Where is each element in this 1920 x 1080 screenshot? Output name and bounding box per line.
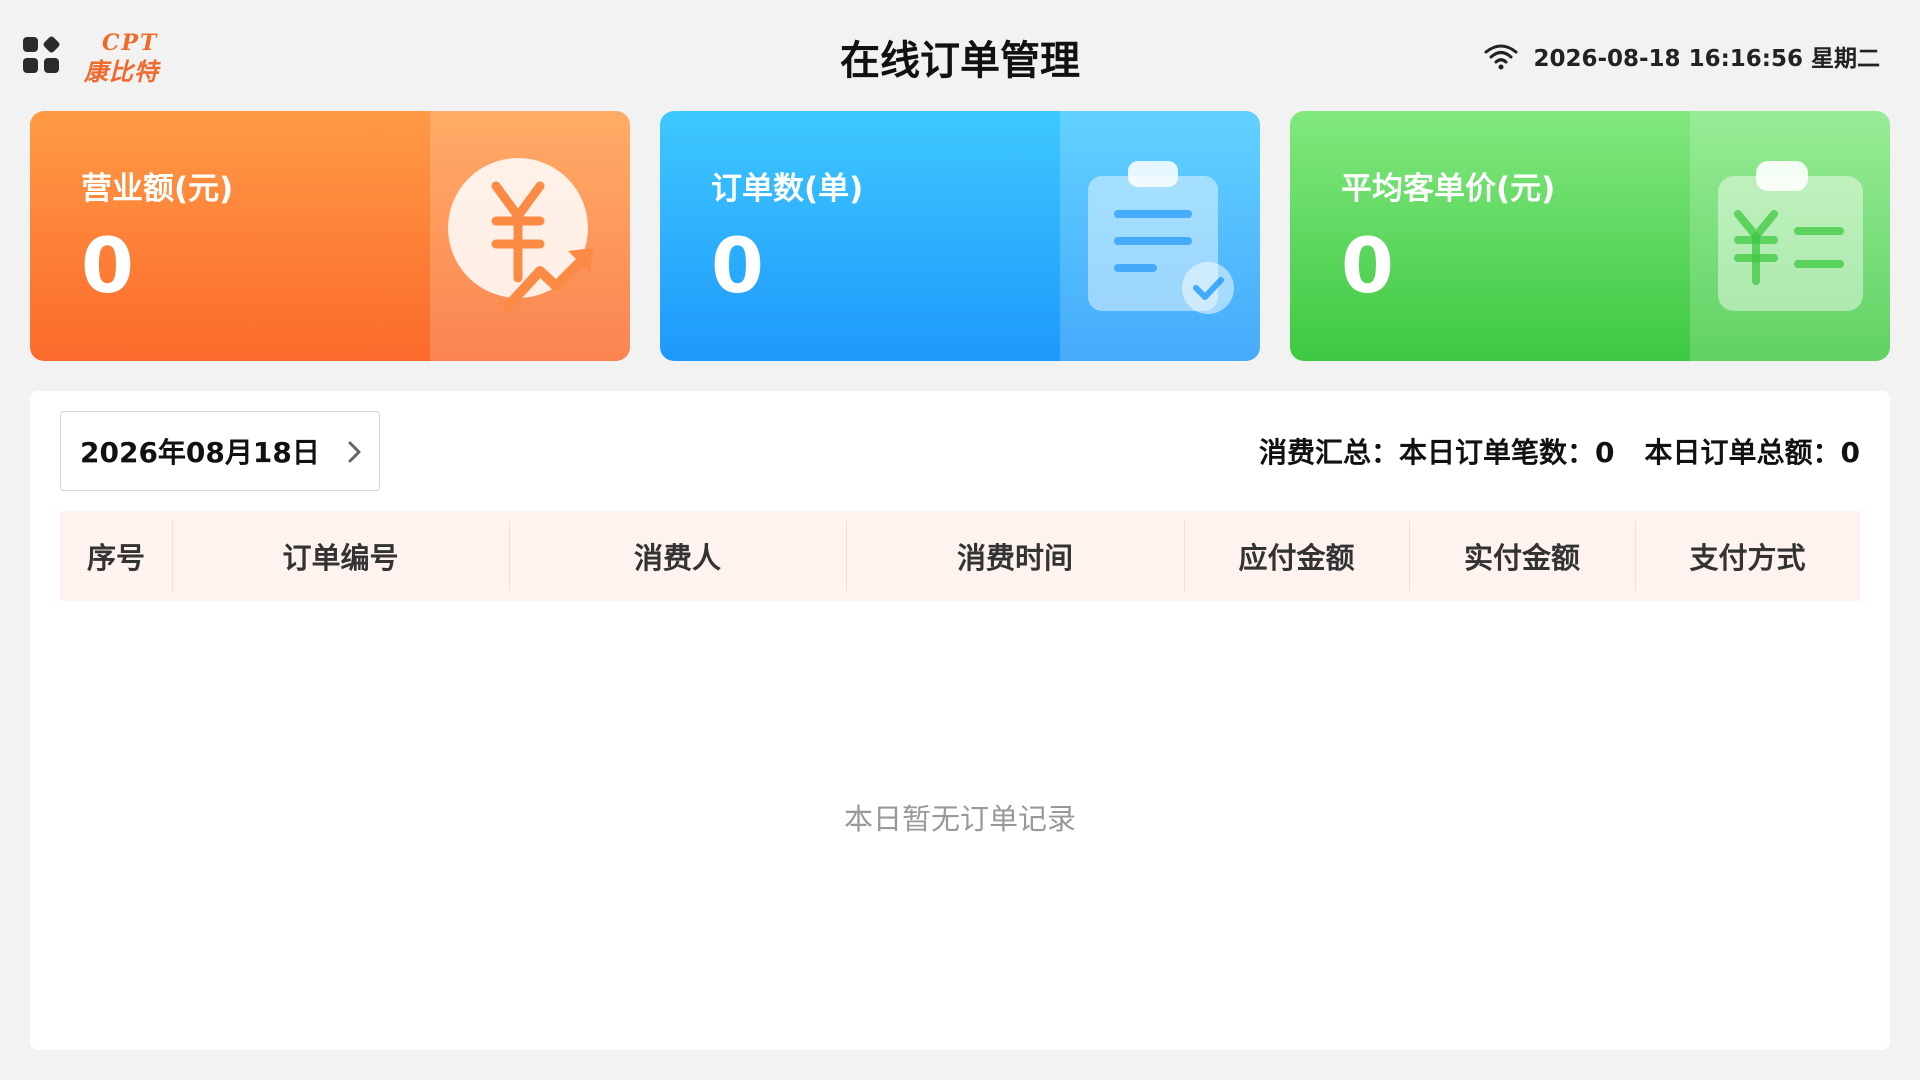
orders-panel: 2026年08月18日 消费汇总：本日订单笔数：0 本日订单总额：0 序号 订单…	[30, 391, 1890, 1050]
revenue-label: 营业额(元)	[81, 171, 234, 207]
column-header-time: 消费时间	[846, 511, 1184, 601]
stat-cards: 营业额(元) 0 订单数(单) 0 平均客单价(元) 0	[30, 111, 1890, 361]
column-header-customer: 消费人	[509, 511, 846, 601]
order-count-value: 0	[711, 221, 764, 310]
date-picker[interactable]: 2026年08月18日	[60, 411, 380, 491]
chevron-right-icon[interactable]	[347, 440, 363, 464]
avg-price-value: 0	[1341, 221, 1394, 310]
status-bar: 2026-08-18 16:16:56 星期二	[1483, 40, 1880, 72]
column-header-index: 序号	[86, 541, 145, 575]
yuan-trend-icon	[448, 158, 593, 311]
date-text: 2026年08月18日	[80, 436, 320, 469]
clipboard-check-icon	[1088, 161, 1234, 314]
column-header-order-no: 订单编号	[172, 511, 509, 601]
column-header-payment-method: 支付方式	[1635, 511, 1860, 601]
clipboard-yuan-icon	[1718, 161, 1863, 311]
header: CPT 康比特 在线订单管理 2026-08-18 16:16:56 星期二	[0, 0, 1920, 110]
datetime: 2026-08-18 16:16:56 星期二	[1533, 46, 1880, 72]
avg-price-card: 平均客单价(元) 0	[1290, 111, 1890, 361]
column-header-paid: 实付金额	[1409, 511, 1635, 601]
order-count-label: 订单数(单)	[711, 171, 864, 207]
order-count-card: 订单数(单) 0	[660, 111, 1260, 361]
revenue-card: 营业额(元) 0	[30, 111, 630, 361]
wifi-icon	[1484, 44, 1518, 70]
avg-price-label: 平均客单价(元)	[1341, 171, 1556, 207]
summary-total: 本日订单总额：0	[1644, 436, 1860, 469]
order-summary: 消费汇总：本日订单笔数：0 本日订单总额：0	[1259, 431, 1860, 471]
empty-state-text: 本日暂无订单记录	[843, 802, 1076, 836]
column-header-payable: 应付金额	[1184, 511, 1409, 601]
table-header: 序号 订单编号 消费人 消费时间 应付金额 实付金额 支付方式	[60, 511, 1860, 601]
revenue-value: 0	[81, 221, 134, 310]
summary-count: 消费汇总：本日订单笔数：0	[1259, 436, 1615, 469]
